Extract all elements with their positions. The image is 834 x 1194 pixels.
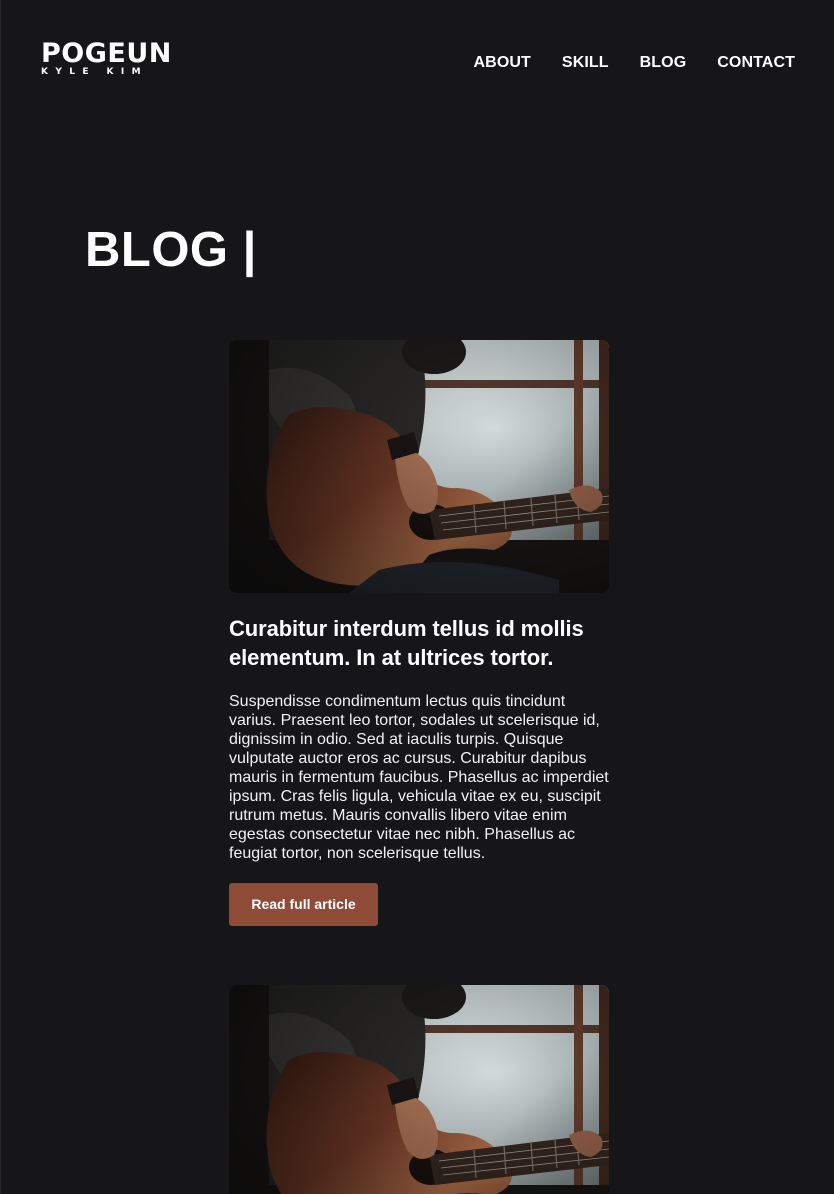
post-image[interactable] <box>229 985 609 1194</box>
post-title[interactable]: Curabitur interdum tellus id mollis elem… <box>229 614 609 672</box>
main-nav: ABOUT SKILL BLOG CONTACT <box>474 54 795 72</box>
guitar-player-photo <box>229 985 609 1194</box>
page: POGEUN KYLE KIM ABOUT SKILL BLOG CONTACT… <box>0 0 834 1194</box>
read-full-article-button[interactable]: Read full article <box>229 883 378 926</box>
post-excerpt: Suspendisse condimentum lectus quis tinc… <box>229 693 609 862</box>
blog-post: Curabitur interdum tellus id mollis elem… <box>229 340 609 926</box>
nav-item-about[interactable]: ABOUT <box>474 54 531 72</box>
logo-title: POGEUN <box>41 38 172 69</box>
blog-post <box>229 985 609 1194</box>
guitar-player-photo <box>229 340 609 593</box>
site-logo[interactable]: POGEUN KYLE KIM <box>41 40 172 78</box>
nav-item-skill[interactable]: SKILL <box>562 54 609 72</box>
page-title: BLOG | <box>85 223 257 277</box>
post-image[interactable] <box>229 340 609 593</box>
nav-item-contact[interactable]: CONTACT <box>717 54 795 72</box>
nav-item-blog[interactable]: BLOG <box>640 54 687 72</box>
